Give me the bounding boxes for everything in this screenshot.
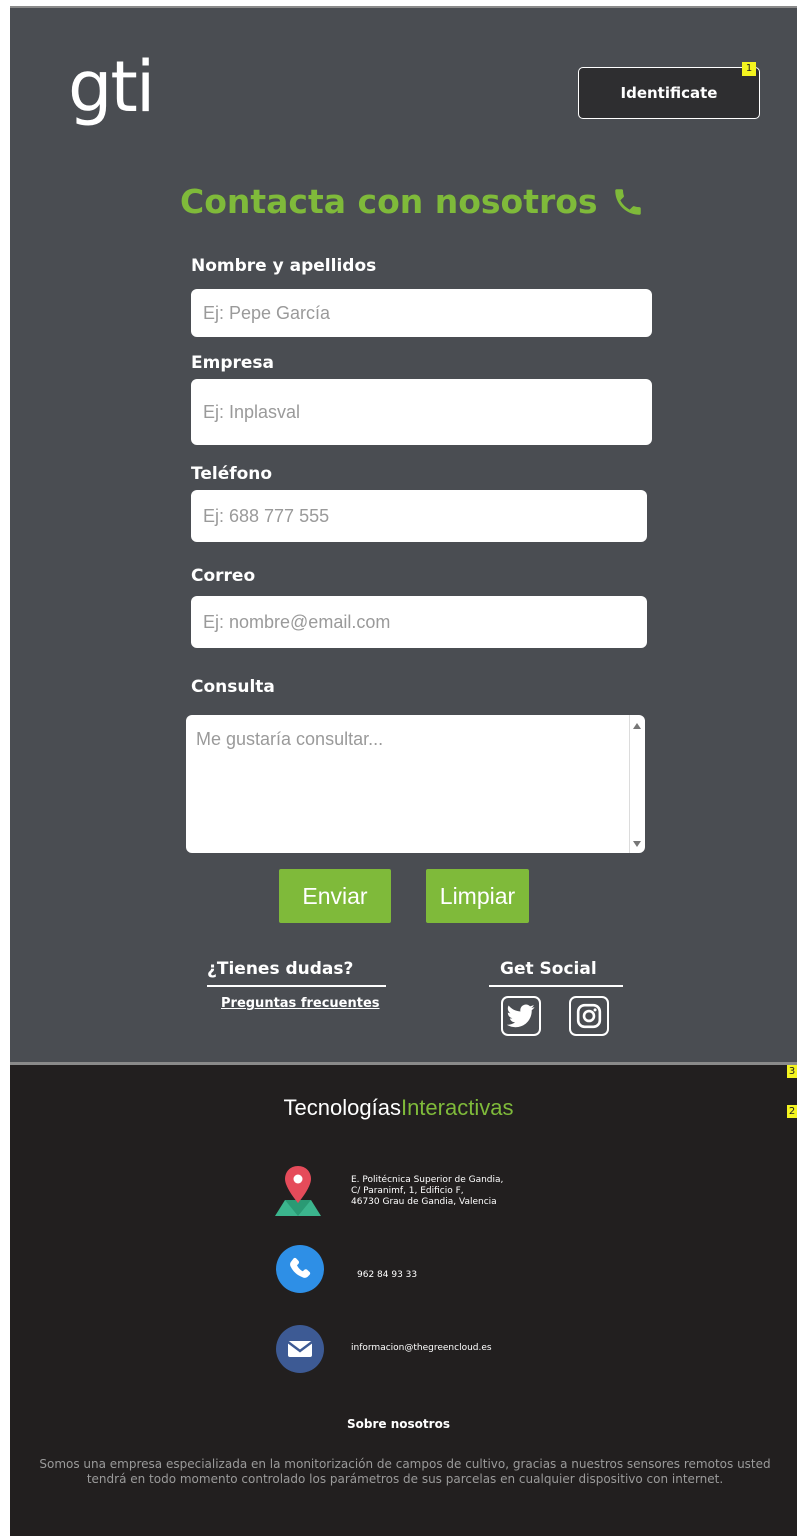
- footer-phone-icon: [276, 1245, 324, 1293]
- textarea-scrollbar[interactable]: [629, 715, 645, 853]
- name-input[interactable]: Ej: Pepe García: [191, 289, 652, 337]
- phone-icon: [614, 188, 641, 215]
- location-icon: [275, 1166, 321, 1216]
- query-textarea[interactable]: Me gustaría consultar...: [186, 715, 645, 853]
- footer-separator: [10, 1062, 797, 1065]
- scroll-down-icon[interactable]: [633, 841, 641, 847]
- query-label: Consulta: [191, 677, 275, 697]
- address-line-1: E. Politécnica Superior de Gandia,: [351, 1175, 504, 1185]
- brand-green-text: Interactivas: [400, 1095, 514, 1120]
- contact-title-text: Contacta con nosotros: [180, 182, 598, 221]
- faq-link[interactable]: Preguntas frecuentes: [221, 996, 380, 1011]
- brand-white-text: Tecnologías: [283, 1095, 401, 1120]
- gti-logo[interactable]: gti: [68, 52, 155, 122]
- clear-button[interactable]: Limpiar: [426, 869, 529, 923]
- about-title: Sobre nosotros: [347, 1417, 450, 1431]
- instagram-icon[interactable]: [569, 996, 609, 1036]
- scroll-up-icon[interactable]: [633, 723, 641, 729]
- phone-input[interactable]: Ej: 688 777 555: [191, 490, 647, 542]
- submit-button[interactable]: Enviar: [279, 869, 391, 923]
- help-underline: [207, 985, 386, 987]
- contact-title: Contacta con nosotros: [180, 182, 646, 221]
- company-label: Empresa: [191, 353, 274, 373]
- email-input[interactable]: Ej: nombre@email.com: [191, 596, 647, 648]
- company-input[interactable]: Ej: Inplasval: [191, 379, 652, 445]
- address-text: E. Politécnica Superior de Gandia, C/ Pa…: [351, 1175, 503, 1208]
- name-label: Nombre y apellidos: [191, 256, 377, 276]
- social-underline: [489, 985, 623, 987]
- twitter-icon[interactable]: [501, 996, 541, 1036]
- footer-brand: TecnologíasInteractivas: [0, 1095, 797, 1121]
- social-title: Get Social: [500, 959, 597, 979]
- about-text: Somos una empresa especializada en la mo…: [39, 1457, 771, 1486]
- marker-badge-1: 1: [742, 62, 756, 76]
- footer-email-text[interactable]: informacion@thegreencloud.es: [351, 1343, 492, 1354]
- address-line-2: C/ Paranimf, 1, Edificio F,: [351, 1186, 464, 1196]
- login-button[interactable]: Identificate: [578, 67, 760, 119]
- help-title: ¿Tienes dudas?: [207, 959, 354, 979]
- top-border: [10, 6, 797, 8]
- footer-phone-text: 962 84 93 33: [357, 1270, 418, 1280]
- marker-badge-3: 3: [787, 1065, 797, 1078]
- mail-icon: [276, 1325, 324, 1373]
- query-placeholder: Me gustaría consultar...: [196, 729, 384, 749]
- phone-label: Teléfono: [191, 464, 273, 484]
- email-label: Correo: [191, 566, 256, 586]
- address-line-3: 46730 Grau de Gandia, Valencia: [351, 1197, 497, 1207]
